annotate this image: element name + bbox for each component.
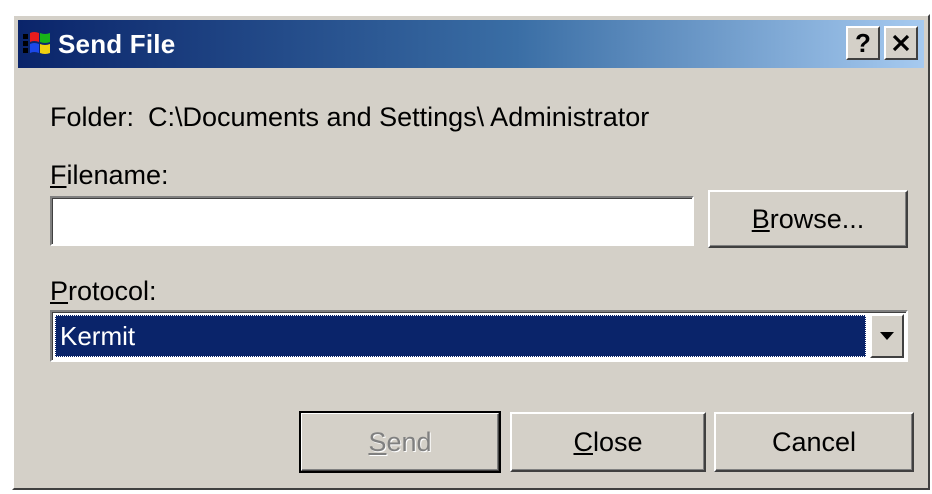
browse-button-label: rowse... <box>769 203 865 234</box>
send-button[interactable]: Send <box>299 411 501 473</box>
send-button-mnemonic: S <box>368 426 387 457</box>
protocol-label-text: rotocol: <box>68 276 157 306</box>
send-file-dialog: Send File ? Folder: C:\Documents and Set… <box>12 14 930 490</box>
close-button[interactable]: Close <box>510 412 706 472</box>
browse-button[interactable]: Browse... <box>708 190 908 248</box>
folder-label: Folder: <box>50 102 135 132</box>
close-window-button[interactable] <box>884 26 918 60</box>
title-bar[interactable]: Send File ? <box>18 20 924 68</box>
cancel-button[interactable]: Cancel <box>714 412 914 472</box>
windows-flag-icon <box>23 32 50 54</box>
help-button[interactable]: ? <box>846 26 880 60</box>
protocol-select[interactable]: Kermit <box>50 310 908 362</box>
close-button-label: lose <box>592 426 643 457</box>
protocol-selected-value[interactable]: Kermit <box>55 315 866 357</box>
close-icon <box>892 34 910 52</box>
protocol-dropdown-button[interactable] <box>870 314 904 358</box>
browse-button-mnemonic: B <box>751 203 770 234</box>
filename-label-text: ilename: <box>66 160 169 190</box>
triangle-down-icon <box>880 332 894 340</box>
protocol-label: Protocol: <box>50 276 157 307</box>
filename-label-mnemonic: F <box>50 160 67 190</box>
protocol-label-mnemonic: P <box>50 276 69 306</box>
filename-label: Filename: <box>50 160 169 191</box>
send-button-label: end <box>386 426 432 457</box>
window-title: Send File <box>58 28 176 59</box>
close-button-mnemonic: C <box>573 426 593 457</box>
filename-input[interactable] <box>50 196 694 246</box>
folder-path: C:\Documents and Settings\ Administrator <box>148 102 650 132</box>
